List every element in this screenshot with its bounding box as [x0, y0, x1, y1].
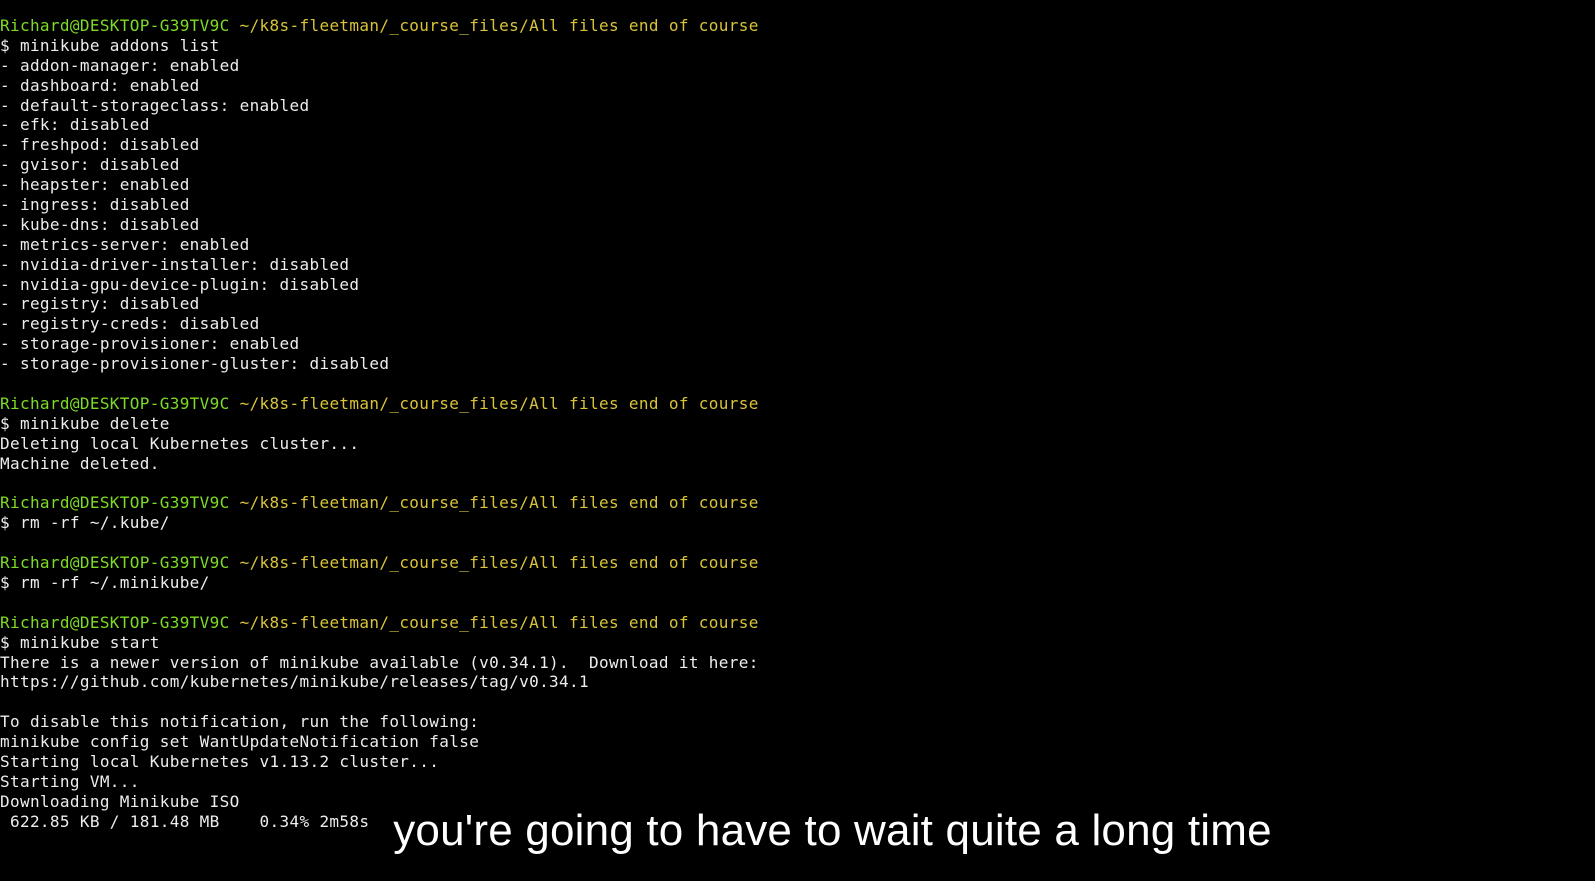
output-line: - efk: disabled	[0, 115, 150, 135]
prompt-path: ~/k8s-fleetman/_course_files/All files e…	[239, 612, 759, 632]
prompt-line: Richard@DESKTOP-G39TV9C ~/k8s-fleetman/_…	[0, 394, 1595, 414]
prompt-user: Richard@DESKTOP-G39TV9C	[0, 16, 230, 35]
command-line: $ rm -rf ~/.minikube/	[0, 572, 210, 592]
output-line: To disable this notification, run the fo…	[0, 712, 480, 732]
output-line: - freshpod: disabled	[0, 135, 200, 155]
prompt-line: Richard@DESKTOP-G39TV9C ~/k8s-fleetman/_…	[0, 553, 1595, 573]
output-line: - nvidia-driver-installer: disabled	[0, 254, 350, 274]
prompt-path: ~/k8s-fleetman/_course_files/All files e…	[239, 553, 759, 573]
output-line: - nvidia-gpu-device-plugin: disabled	[0, 274, 360, 294]
prompt-line: Richard@DESKTOP-G39TV9C ~/k8s-fleetman/_…	[0, 16, 1595, 36]
command-line: $ rm -rf ~/.kube/	[0, 513, 170, 533]
output-line: Deleting local Kubernetes cluster...	[0, 433, 360, 453]
prompt-path: ~/k8s-fleetman/_course_files/All files e…	[239, 393, 759, 413]
output-line: - registry-creds: disabled	[0, 314, 260, 334]
prompt-user: Richard@DESKTOP-G39TV9C	[0, 612, 230, 632]
video-frame: Richard@DESKTOP-G39TV9C ~/k8s-fleetman/_…	[0, 0, 1595, 881]
output-line: - metrics-server: enabled	[0, 234, 250, 254]
output-line: - heapster: enabled	[0, 175, 190, 195]
command-line: $ minikube start	[0, 632, 160, 652]
output-line: minikube config set WantUpdateNotificati…	[0, 732, 480, 752]
prompt-line: Richard@DESKTOP-G39TV9C ~/k8s-fleetman/_…	[0, 613, 1595, 633]
output-line: - default-storageclass: enabled	[0, 95, 310, 115]
output-line: - registry: disabled	[0, 294, 200, 314]
output-line: - storage-provisioner: enabled	[0, 334, 300, 354]
command-line: $ minikube delete	[0, 413, 170, 433]
prompt-user: Richard@DESKTOP-G39TV9C	[0, 393, 230, 413]
prompt-line: Richard@DESKTOP-G39TV9C ~/k8s-fleetman/_…	[0, 493, 1595, 513]
output-line: - dashboard: enabled	[0, 75, 200, 95]
output-line: Starting local Kubernetes v1.13.2 cluste…	[0, 751, 440, 771]
output-line: Machine deleted.	[0, 453, 160, 473]
output-line: - kube-dns: disabled	[0, 214, 200, 234]
terminal-output[interactable]: Richard@DESKTOP-G39TV9C ~/k8s-fleetman/_…	[0, 16, 1595, 832]
output-line: - gvisor: disabled	[0, 155, 180, 175]
prompt-user: Richard@DESKTOP-G39TV9C	[0, 493, 230, 513]
prompt-path: ~/k8s-fleetman/_course_files/All files e…	[239, 16, 759, 35]
output-line: - ingress: disabled	[0, 195, 190, 215]
output-line: - addon-manager: enabled	[0, 55, 240, 75]
prompt-user: Richard@DESKTOP-G39TV9C	[0, 553, 230, 573]
output-line: Starting VM...	[0, 771, 140, 791]
output-line: https://github.com/kubernetes/minikube/r…	[0, 672, 589, 692]
subtitle-caption: you're going to have to wait quite a lon…	[0, 806, 1595, 856]
subtitle-text: you're going to have to wait quite a lon…	[393, 806, 1272, 855]
output-line: There is a newer version of minikube ava…	[0, 652, 759, 672]
prompt-path: ~/k8s-fleetman/_course_files/All files e…	[239, 493, 759, 513]
output-line: - storage-provisioner-gluster: disabled	[0, 354, 390, 374]
command-line: $ minikube addons list	[0, 35, 220, 55]
